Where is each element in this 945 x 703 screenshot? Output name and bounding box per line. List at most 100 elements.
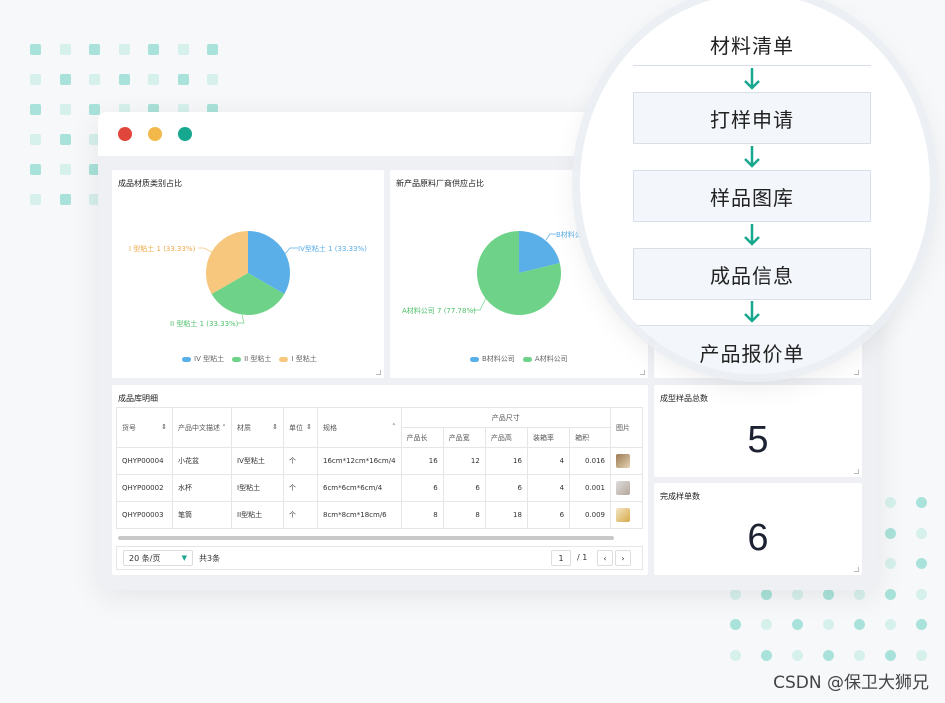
decorative-dot [89,104,100,115]
decorative-dot [207,74,218,85]
total-count: 共3条 [199,554,221,563]
col-wid[interactable]: 产品宽 [442,427,486,448]
col-material[interactable]: 材质 ⇕ [231,407,284,448]
table-row[interactable]: QHYP00004 小花盆 IV型粘土个 16cm*12cm*16cm/4 16 12 1… [116,447,643,475]
decorative-dot [916,497,927,508]
page-total: / 1 [577,553,588,562]
legend-item-b[interactable]: B材料公司 [470,354,515,364]
decorative-dot [59,164,71,175]
decorative-dot [885,588,896,600]
decorative-dot [761,649,772,661]
decorative-dot [59,74,71,85]
product-thumbnail[interactable] [616,481,630,495]
decorative-dot [59,194,71,205]
decorative-dot [148,74,159,85]
decorative-dot [30,44,41,55]
product-thumbnail[interactable] [616,508,630,522]
supplier-pie-legend: B材料公司 A材料公司 [470,354,568,364]
decorative-dot [792,649,803,661]
col-unit[interactable]: 单位 ⇕ [283,407,318,448]
decorative-dot [118,44,130,55]
arrow-down-icon [744,146,760,168]
decorative-dot [30,74,41,85]
decorative-dot [885,649,896,661]
pie-label-i: I 型粘土 1 (33.33%) [129,245,196,253]
col-len[interactable]: 产品长 [400,427,444,448]
decorative-dot [916,619,927,630]
decorative-dot [30,134,41,145]
col-vol[interactable]: 箱积 [569,427,611,448]
decorative-dot [854,619,865,630]
decorative-dot [59,104,71,115]
decorative-dot [885,527,896,539]
decorative-dot [730,619,741,630]
pagination-bar: 20 条/页 ▼ 共3条 1 / 1 ‹ › [116,546,643,570]
product-thumbnail[interactable] [616,454,630,468]
table-title: 成品库明细 [118,394,158,403]
decorative-dot [916,558,927,569]
table-row[interactable]: QHYP00003 笔筒 II型粘土个 8cm*8cm*18cm/6 8 8 18 6 0.0… [116,501,643,529]
flow-step-5[interactable]: 产品报价单 [633,325,871,374]
flow-step-3[interactable]: 样品图库 [633,170,871,222]
decorative-dot [177,74,189,85]
chevron-left-icon: ‹ [603,553,607,563]
sample-total-title: 成型样品总数 [660,394,708,403]
pie-label-b: B材料公 [556,231,582,239]
legend-item-ii[interactable]: II 型粘土 [232,354,271,364]
flow-step-2[interactable]: 打样申请 [633,92,871,144]
done-order-title: 完成样单数 [660,492,700,501]
flow-step-4[interactable]: 成品信息 [633,248,871,300]
decorative-dot [148,44,159,55]
table-row[interactable]: QHYP00002 水杯 I型粘土个 6cm*6cm*6cm/4 6 6 6 4 0.001 [116,474,643,502]
decorative-dot [792,588,803,600]
material-pie-chart [198,230,298,324]
done-order-card: 完成样单数 6 [654,483,862,575]
prev-page-button[interactable]: ‹ [597,550,613,566]
product-table-card: 成品库明细 货号 ⇕ 产品中文描述 ˄ 材质 ⇕ 单位 ⇕ 规格 ˄ 产品尺寸 图片 产… [112,385,648,575]
col-size-group: 产品尺寸 [400,407,612,428]
maximize-dot[interactable] [178,127,192,141]
page-size-select[interactable]: 20 条/页 ▼ [123,550,193,566]
decorative-dot [916,588,927,600]
sample-total-card: 成型样品总数 5 [654,385,862,477]
decorative-dot [30,194,41,205]
decorative-dot [792,619,803,630]
decorative-dot [885,619,896,630]
decorative-dot [118,74,130,85]
close-dot[interactable] [118,127,132,141]
decorative-dot [854,588,865,600]
legend-item-i[interactable]: I 型粘土 [279,354,317,364]
decorative-dot [823,649,834,661]
arrow-down-icon [744,224,760,246]
arrow-down-icon [744,68,760,90]
pie-label-ii: II 型粘土 1 (33.33%) [170,320,239,328]
decorative-dot [730,588,741,600]
decorative-dot [916,649,927,661]
col-spec[interactable]: 规格 ˄ [317,407,402,448]
minimize-dot[interactable] [148,127,162,141]
col-hei[interactable]: 产品高 [484,427,528,448]
col-code[interactable]: 货号 ⇕ [116,407,173,448]
decorative-dot [823,619,834,630]
decorative-dot [59,134,71,145]
col-pack[interactable]: 装箱率 [526,427,571,448]
decorative-dot [177,44,189,55]
horizontal-scrollbar[interactable] [118,536,614,540]
decorative-dot [823,588,834,600]
decorative-dot [854,649,865,661]
legend-item-iv[interactable]: IV 型粘土 [182,354,224,364]
pie-label-a: A材料公司 7 (77.78%) [402,307,476,315]
flow-step-1: 材料清单 [710,34,794,58]
col-desc[interactable]: 产品中文描述 ˄ [172,407,232,448]
decorative-dot [885,497,896,508]
watermark: CSDN @保卫大狮兄 [773,673,929,693]
sample-total-value: 5 [747,419,769,461]
decorative-dot [30,164,41,175]
next-page-button[interactable]: › [615,550,631,566]
material-pie-legend: IV 型粘土 II 型粘土 I 型粘土 [182,354,317,364]
page-input[interactable]: 1 [551,550,571,566]
chevron-right-icon: › [621,553,625,563]
material-pie-card: 成品材质类别占比 IV型粘土 1 (33.33%) I 型粘土 1 (33.33… [112,170,384,378]
decorative-dot [730,649,741,661]
legend-item-a[interactable]: A材料公司 [522,354,568,364]
